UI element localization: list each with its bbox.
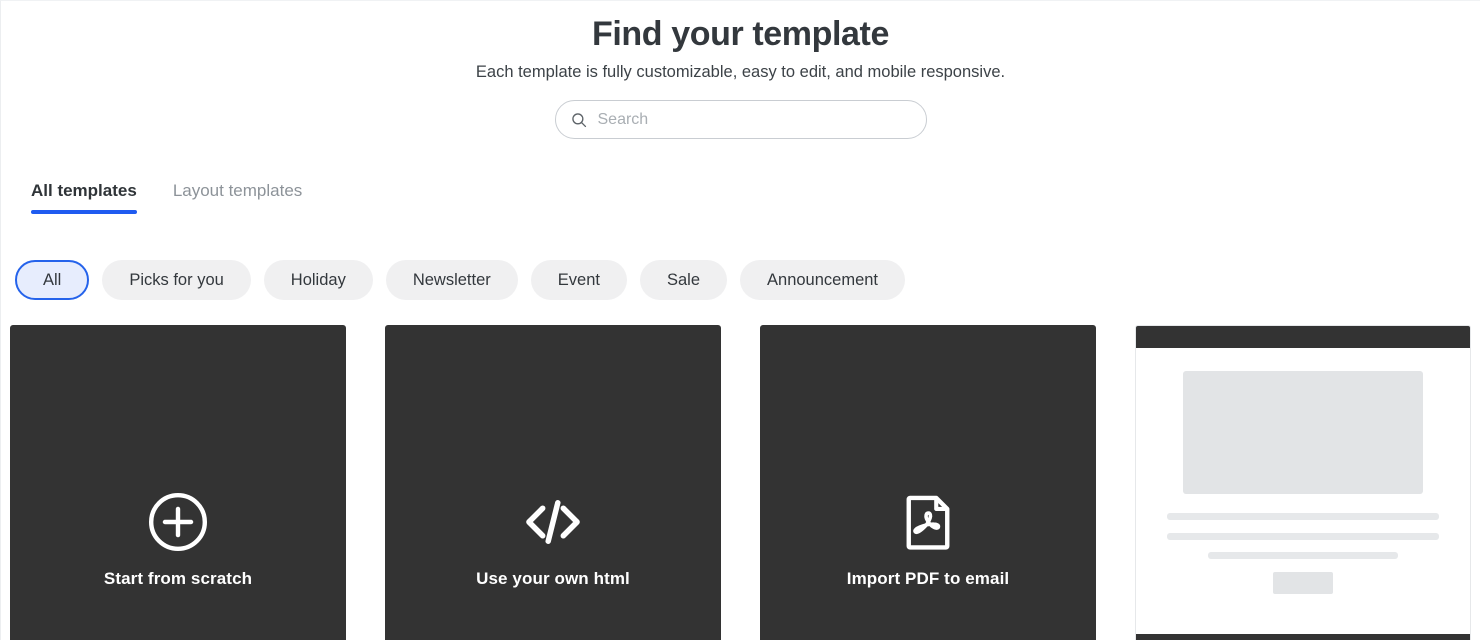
template-preview-text-line <box>1167 533 1439 540</box>
chip-event-label: Event <box>557 270 600 289</box>
plus-circle-icon <box>148 492 208 552</box>
page-title: Find your template <box>592 15 889 53</box>
tab-all-templates-label: All templates <box>31 181 137 200</box>
card-template-preview[interactable] <box>1135 325 1471 640</box>
card-use-your-own-html[interactable]: Use your own html <box>385 325 721 640</box>
chip-holiday-label: Holiday <box>290 270 346 289</box>
template-tabs: All templates Layout templates <box>1 180 1480 214</box>
tab-layout-templates-label: Layout templates <box>172 181 303 200</box>
category-filter-chips: All Picks for you Holiday Newsletter Eve… <box>1 260 1480 300</box>
chip-announcement-label: Announcement <box>767 270 879 289</box>
search-input[interactable] <box>597 101 912 138</box>
card-import-pdf-to-email-label: Import PDF to email <box>846 569 1010 588</box>
chip-all-label: All <box>43 270 62 289</box>
search-icon <box>571 112 586 127</box>
card-import-pdf-to-email[interactable]: Import PDF to email <box>760 325 1096 640</box>
card-start-from-scratch-label: Start from scratch <box>103 569 253 588</box>
chip-sale-label: Sale <box>666 270 701 289</box>
tab-layout-templates[interactable]: Layout templates <box>173 180 302 214</box>
pdf-file-icon <box>906 495 950 550</box>
chip-announcement[interactable]: Announcement <box>740 260 906 300</box>
chip-all[interactable]: All <box>15 260 90 300</box>
template-preview-header-bar <box>1136 326 1470 348</box>
chip-event[interactable]: Event <box>530 260 627 300</box>
chip-newsletter[interactable]: Newsletter <box>385 260 518 300</box>
template-preview-text-line <box>1167 513 1439 520</box>
search-box[interactable] <box>554 100 927 139</box>
chip-sale[interactable]: Sale <box>639 260 728 300</box>
template-preview-body <box>1136 348 1470 634</box>
template-card-grid: Start from scratch Use your own html Imp… <box>10 325 1471 640</box>
search-bar-container <box>1 100 1480 139</box>
template-preview-image-placeholder <box>1183 371 1423 494</box>
chip-picks-for-you[interactable]: Picks for you <box>102 260 251 300</box>
page-header: Find your template Each template is full… <box>1 1 1480 83</box>
template-preview-text-line <box>1208 552 1398 559</box>
chip-picks-for-you-label: Picks for you <box>129 270 224 289</box>
code-brackets-icon <box>526 500 580 544</box>
page-subtitle: Each template is fully customizable, eas… <box>475 63 1006 81</box>
card-use-your-own-html-label: Use your own html <box>476 569 630 588</box>
chip-newsletter-label: Newsletter <box>412 270 491 289</box>
template-preview-button-placeholder <box>1273 572 1333 594</box>
template-preview-footer-bar <box>1136 634 1470 640</box>
tab-all-templates[interactable]: All templates <box>31 180 137 214</box>
card-start-from-scratch[interactable]: Start from scratch <box>10 325 346 640</box>
chip-holiday[interactable]: Holiday <box>263 260 373 300</box>
